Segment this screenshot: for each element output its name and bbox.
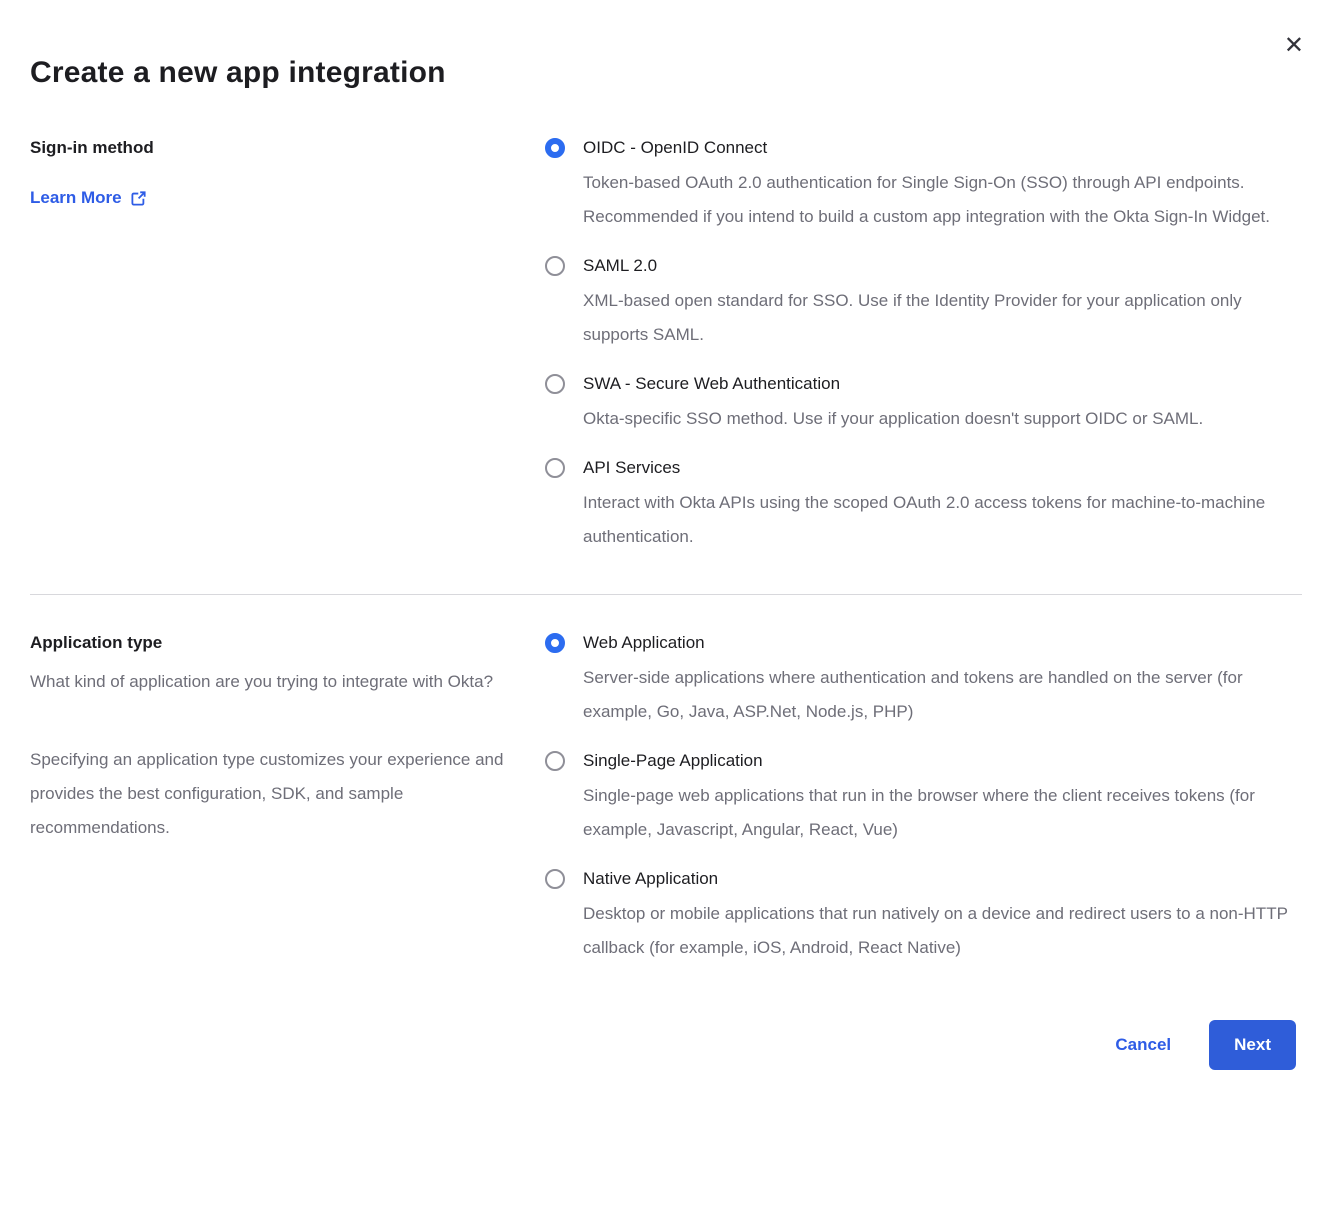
dialog-footer: Cancel Next xyxy=(30,1020,1302,1070)
radio-option-saml: SAML 2.0 XML-based open standard for SSO… xyxy=(545,254,1302,352)
radio-description-api-services: Interact with Okta APIs using the scoped… xyxy=(583,486,1298,554)
radio-description-saml: XML-based open standard for SSO. Use if … xyxy=(583,284,1298,352)
radio-label-native-application[interactable]: Native Application xyxy=(583,867,1302,891)
radio-option-oidc: OIDC - OpenID Connect Token-based OAuth … xyxy=(545,136,1302,234)
radio-option-native-application: Native Application Desktop or mobile app… xyxy=(545,867,1302,965)
radio-label-oidc[interactable]: OIDC - OpenID Connect xyxy=(583,136,1302,160)
learn-more-label: Learn More xyxy=(30,186,122,210)
radio-description-swa: Okta-specific SSO method. Use if your ap… xyxy=(583,402,1298,436)
application-type-heading: Application type xyxy=(30,631,505,655)
radio-label-api-services[interactable]: API Services xyxy=(583,456,1302,480)
sign-in-method-row: Sign-in method Learn More OIDC - OpenID … xyxy=(30,136,1302,554)
learn-more-link[interactable]: Learn More xyxy=(30,186,147,210)
radio-label-web-application[interactable]: Web Application xyxy=(583,631,1302,655)
radio-button-web-application[interactable] xyxy=(545,633,565,653)
radio-description-native-application: Desktop or mobile applications that run … xyxy=(583,897,1298,965)
radio-button-oidc[interactable] xyxy=(545,138,565,158)
application-type-intro-2: Specifying an application type customize… xyxy=(30,743,505,845)
radio-button-swa[interactable] xyxy=(545,374,565,394)
radio-label-saml[interactable]: SAML 2.0 xyxy=(583,254,1302,278)
next-button[interactable]: Next xyxy=(1209,1020,1296,1070)
radio-button-api-services[interactable] xyxy=(545,458,565,478)
radio-option-api-services: API Services Interact with Okta APIs usi… xyxy=(545,456,1302,554)
application-type-intro-1: What kind of application are you trying … xyxy=(30,665,505,699)
radio-option-web-application: Web Application Server-side applications… xyxy=(545,631,1302,729)
application-type-row: Application type What kind of applicatio… xyxy=(30,595,1302,965)
external-link-icon xyxy=(130,190,147,207)
radio-description-single-page-application: Single-page web applications that run in… xyxy=(583,779,1298,847)
close-icon[interactable]: ✕ xyxy=(1284,34,1304,58)
radio-button-saml[interactable] xyxy=(545,256,565,276)
sign-in-method-heading: Sign-in method xyxy=(30,136,505,160)
radio-label-swa[interactable]: SWA - Secure Web Authentication xyxy=(583,372,1302,396)
radio-button-single-page-application[interactable] xyxy=(545,751,565,771)
create-app-integration-dialog: ✕ Create a new app integration Sign-in m… xyxy=(0,0,1332,1210)
page-title: Create a new app integration xyxy=(30,0,1302,90)
radio-option-single-page-application: Single-Page Application Single-page web … xyxy=(545,749,1302,847)
radio-description-web-application: Server-side applications where authentic… xyxy=(583,661,1298,729)
radio-label-single-page-application[interactable]: Single-Page Application xyxy=(583,749,1302,773)
radio-description-oidc: Token-based OAuth 2.0 authentication for… xyxy=(583,166,1298,234)
radio-button-native-application[interactable] xyxy=(545,869,565,889)
cancel-button[interactable]: Cancel xyxy=(1115,1035,1171,1055)
radio-option-swa: SWA - Secure Web Authentication Okta-spe… xyxy=(545,372,1302,436)
